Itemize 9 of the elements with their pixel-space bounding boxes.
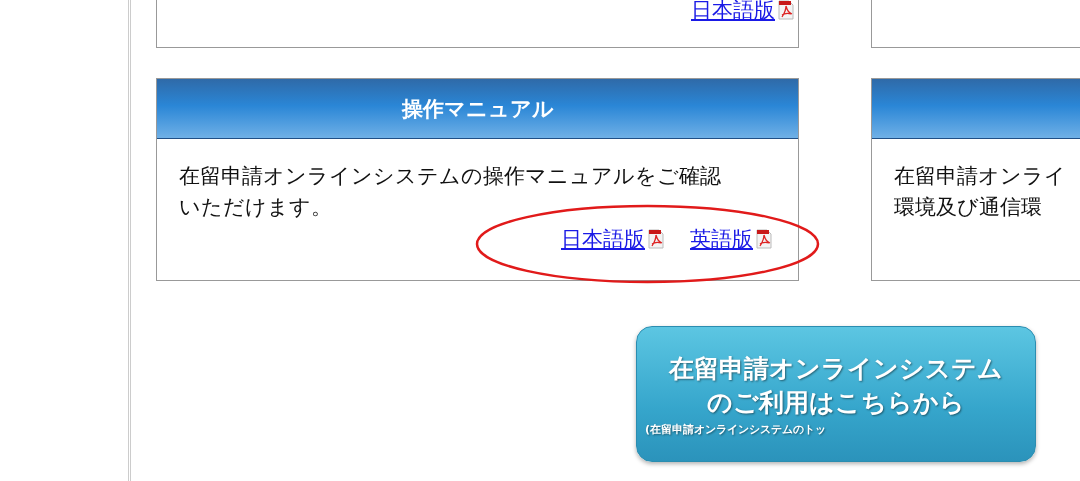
document-link[interactable]: 日本語版 [561, 225, 645, 253]
card-description-line: 環境及び通信環 [894, 194, 1043, 221]
card-title: 操作マニュアル [401, 95, 554, 123]
card-description-line: 在留申請オンライ [894, 163, 1067, 190]
pdf-icon [756, 229, 772, 249]
pdf-icon [648, 229, 664, 249]
document-link[interactable]: 日本語版 [691, 0, 775, 24]
document-link[interactable]: 英語版 [690, 225, 753, 253]
card-description: 在留申請オンラインシステムの操作マニュアルをご確認いただけます。 [179, 163, 722, 221]
